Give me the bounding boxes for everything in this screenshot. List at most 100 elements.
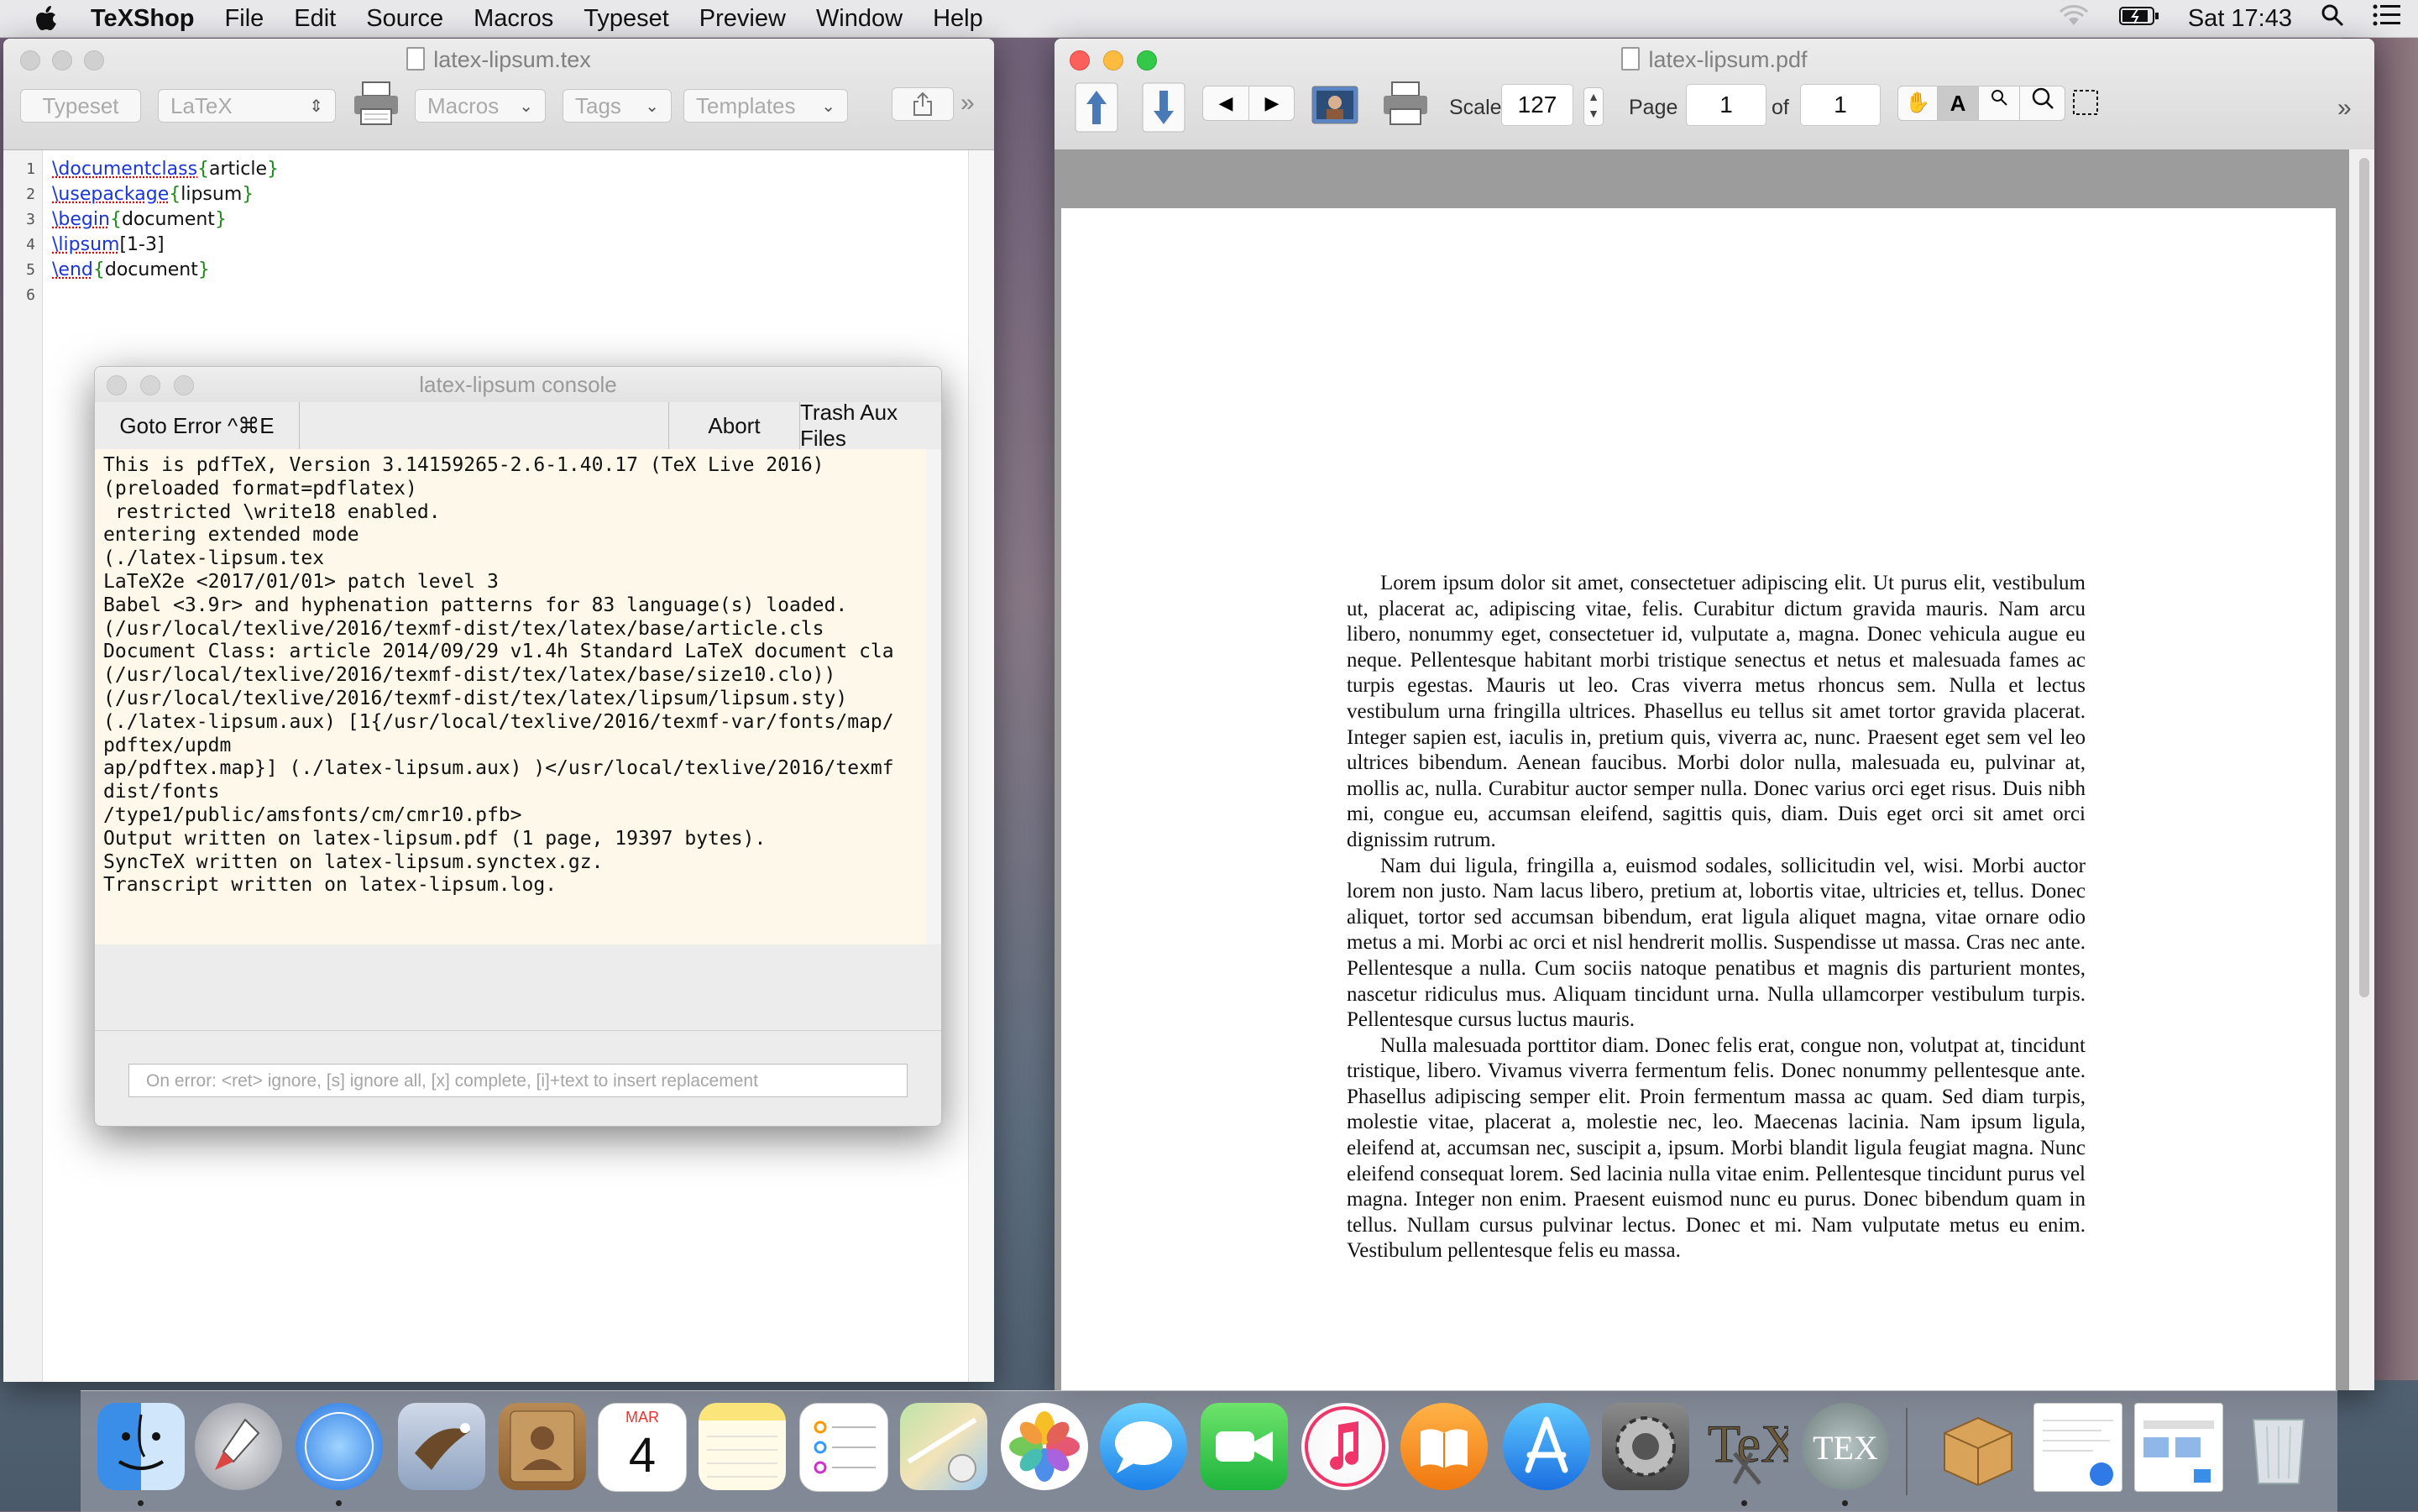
menu-file[interactable]: File	[225, 5, 264, 33]
of-label: of	[1772, 96, 1789, 119]
editor-scrollbar[interactable]	[968, 150, 994, 1382]
menu-clock[interactable]: Sat 17:43	[2188, 5, 2292, 33]
pdf-scrollbar[interactable]	[2349, 149, 2374, 1390]
code-line: \documentclass{article}	[52, 157, 279, 182]
hand-tool-icon[interactable]: ✋	[1898, 86, 1938, 120]
preview-image-icon[interactable]	[1311, 86, 1358, 128]
scale-stepper[interactable]: ▲ ▼	[1583, 87, 1604, 126]
chevron-down-icon: ⌄	[645, 97, 659, 116]
macros-select[interactable]: Macros ⌄	[415, 89, 546, 123]
magnify-small-icon[interactable]	[1979, 86, 2020, 120]
forward-arrow-icon[interactable]: ▶	[1249, 86, 1295, 120]
magnify-large-icon[interactable]	[2020, 86, 2065, 120]
contacts-icon[interactable]	[499, 1403, 586, 1490]
tex-brace: }	[267, 159, 280, 180]
menu-app-name[interactable]: TeXShop	[91, 5, 195, 33]
page-label: Page	[1629, 96, 1678, 119]
editor-title-text: latex-lipsum.tex	[433, 47, 591, 72]
engine-label: LaTeX	[170, 92, 233, 118]
abort-button[interactable]: Abort	[669, 402, 800, 449]
source-code[interactable]: \documentclass{article} \usepackage{lips…	[52, 157, 279, 283]
line-number: 6	[26, 286, 35, 304]
notification-center-icon[interactable]	[2373, 3, 2401, 34]
folder-stack-icon[interactable]	[2134, 1403, 2223, 1492]
safari-icon[interactable]	[296, 1403, 383, 1490]
tex-brace: }	[214, 209, 227, 230]
menu-macros[interactable]: Macros	[474, 5, 553, 33]
text-select-icon[interactable]: A	[1938, 86, 1979, 120]
tags-select[interactable]: Tags ⌄	[563, 89, 672, 123]
updown-icon: ⇕	[309, 97, 323, 116]
menu-preview[interactable]: Preview	[699, 5, 786, 33]
itunes-icon[interactable]	[1301, 1403, 1389, 1490]
tex-command: \usepackage	[52, 184, 170, 205]
console-log-text: This is pdfTeX, Version 3.14159265-2.6-1…	[103, 454, 894, 897]
texshop-icon[interactable]: TeX	[1701, 1403, 1800, 1490]
notes-icon[interactable]	[699, 1403, 786, 1490]
running-indicator	[138, 1500, 144, 1506]
pdf-scroll-thumb[interactable]	[2359, 158, 2369, 997]
typeset-button[interactable]: Typeset	[20, 89, 141, 123]
pdf-title-text: latex-lipsum.pdf	[1648, 47, 1808, 72]
editor-window-title: latex-lipsum.tex	[3, 47, 994, 73]
print-icon[interactable]	[351, 81, 401, 132]
menu-typeset[interactable]: Typeset	[584, 5, 669, 33]
back-arrow-icon[interactable]: ◀	[1203, 86, 1249, 120]
finder-icon[interactable]	[97, 1403, 185, 1490]
line-number: 3	[26, 211, 35, 228]
trash-aux-files-button[interactable]: Trash Aux Files	[800, 400, 941, 451]
toolbar-overflow-button[interactable]: »	[2337, 94, 2352, 123]
reminders-icon[interactable]	[799, 1403, 888, 1492]
app-store-icon[interactable]	[1503, 1403, 1590, 1490]
wifi-icon[interactable]	[2057, 3, 2091, 34]
apple-icon[interactable]	[35, 6, 57, 31]
document-stack-icon[interactable]	[2033, 1403, 2122, 1492]
tex-brace: {	[169, 184, 181, 205]
facetime-icon[interactable]	[1201, 1403, 1288, 1490]
templates-select[interactable]: Templates ⌄	[683, 89, 848, 123]
system-preferences-icon[interactable]	[1602, 1403, 1689, 1490]
battery-icon[interactable]	[2118, 5, 2159, 33]
menu-edit[interactable]: Edit	[294, 5, 336, 33]
ibooks-icon[interactable]	[1400, 1403, 1488, 1490]
toolbar-overflow-button[interactable]: »	[960, 89, 975, 118]
code-line: \begin{document}	[52, 207, 279, 233]
maps-icon[interactable]	[900, 1403, 987, 1490]
menu-window[interactable]: Window	[816, 5, 903, 33]
pdf-paragraph: Lorem ipsum dolor sit amet, consectetuer…	[1347, 572, 2086, 851]
tex-brace: }	[197, 259, 210, 280]
next-page-arrow-icon[interactable]	[1142, 82, 1185, 137]
print-icon[interactable]	[1380, 81, 1431, 132]
pdf-view[interactable]: Lorem ipsum dolor sit amet, consectetuer…	[1055, 149, 2374, 1390]
line-number: 1	[26, 160, 35, 178]
back-forward-control: ◀ ▶	[1202, 86, 1295, 121]
messages-icon[interactable]	[1100, 1403, 1187, 1490]
goto-error-button[interactable]: Goto Error ^⌘E	[95, 402, 300, 449]
mail-icon[interactable]	[398, 1403, 485, 1490]
menu-help[interactable]: Help	[933, 5, 983, 33]
console-input[interactable]: On error: <ret> ignore, [s] ignore all, …	[128, 1064, 908, 1097]
pdf-window: latex-lipsum.pdf ◀ ▶ Scale 127 ▲ ▼ Page 1…	[1055, 39, 2374, 1390]
calendar-icon[interactable]: MAR 4	[598, 1403, 687, 1492]
tex-argument: document	[121, 209, 215, 230]
tex-argument: lipsum	[181, 184, 243, 205]
engine-select[interactable]: LaTeX ⇕	[158, 89, 336, 123]
console-log[interactable]: This is pdfTeX, Version 3.14159265-2.6-1…	[95, 449, 927, 944]
scale-field[interactable]: 127	[1501, 84, 1573, 126]
menu-bar: TeXShop File Edit Source Macros Typeset …	[0, 0, 2418, 38]
console-scrollbar[interactable]	[926, 449, 941, 944]
spotlight-icon[interactable]	[2321, 3, 2344, 34]
menu-source[interactable]: Source	[366, 5, 443, 33]
share-button[interactable]	[892, 87, 954, 121]
console-button-spacer	[300, 402, 669, 449]
select-rectangle-icon[interactable]	[2070, 87, 2104, 119]
tex-live-utility-icon[interactable]: TEX	[1802, 1403, 1889, 1490]
code-line: \usepackage{lipsum}	[52, 182, 279, 207]
trash-icon[interactable]	[2235, 1403, 2322, 1490]
console-input-placeholder: On error: <ret> ignore, [s] ignore all, …	[146, 1071, 758, 1091]
launchpad-icon[interactable]	[195, 1403, 282, 1490]
page-field[interactable]: 1	[1686, 84, 1766, 126]
previous-page-arrow-icon[interactable]	[1075, 82, 1118, 137]
package-icon[interactable]	[1934, 1403, 2022, 1490]
photos-icon[interactable]	[1001, 1403, 1088, 1490]
